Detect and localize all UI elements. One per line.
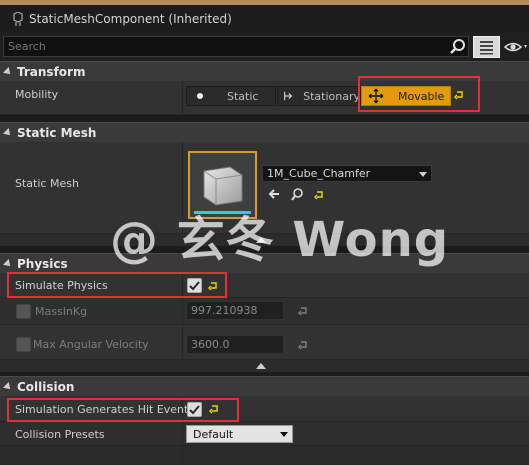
search-row (0, 33, 529, 61)
view-options-button[interactable] (473, 36, 500, 58)
hit-events-row: Simulation Generates Hit Events (0, 396, 529, 422)
component-title-bar: StaticMeshComponent (Inherited) (0, 5, 529, 33)
collision-header[interactable]: Collision (0, 376, 529, 396)
static-dot-icon (197, 93, 203, 99)
mobility-movable-option[interactable]: Movable (361, 86, 451, 106)
reset-to-default-icon[interactable] (209, 404, 219, 414)
move-arrows-icon (368, 88, 384, 104)
section-gap (0, 115, 529, 122)
watermark: @ 玄冬 Wong (110, 212, 450, 268)
static-mesh-header[interactable]: Static Mesh (0, 122, 529, 142)
search-icon[interactable] (449, 38, 467, 56)
mobility-label: Mobility (15, 88, 59, 101)
static-option-label: Static (227, 89, 259, 103)
next-row-partial (0, 446, 529, 465)
advanced-expander[interactable] (0, 360, 529, 372)
collision-presets-dropdown[interactable]: Default (186, 425, 293, 443)
collapse-arrow-icon (3, 258, 13, 269)
simulate-physics-label: Simulate Physics (15, 279, 108, 292)
component-title: StaticMeshComponent (Inherited) (29, 12, 232, 26)
stationary-icon (284, 91, 293, 101)
collision-header-label: Collision (17, 379, 75, 394)
static-mesh-header-label: Static Mesh (17, 125, 97, 140)
static-mesh-label: Static Mesh (15, 177, 79, 190)
reset-to-default-icon[interactable] (298, 306, 308, 316)
reset-to-default-icon[interactable] (454, 90, 464, 100)
transform-header[interactable]: Transform (0, 61, 529, 81)
mesh-asset-name: 1M_Cube_Chamfer (267, 167, 371, 180)
checkmark-icon (189, 405, 200, 415)
mesh-asset-dropdown[interactable]: 1M_Cube_Chamfer (262, 165, 432, 182)
chevron-down-icon (419, 172, 427, 177)
collision-presets-value: Default (193, 428, 234, 441)
movable-option-label: Movable (398, 89, 445, 103)
component-icon (13, 12, 23, 26)
simulate-physics-checkbox[interactable] (187, 278, 202, 293)
mass-input[interactable]: 997.210938 (186, 301, 284, 320)
collision-presets-label: Collision Presets (15, 428, 105, 441)
max-angular-velocity-label: Max Angular Velocity (33, 338, 149, 351)
collapse-arrow-icon (3, 127, 13, 138)
chevron-down-icon (280, 432, 288, 437)
mass-override-checkbox[interactable] (16, 304, 31, 319)
checkmark-icon (189, 281, 200, 291)
mobility-static-option[interactable]: Static (186, 86, 276, 106)
expand-arrow-icon (256, 363, 266, 369)
use-selected-arrow-icon[interactable] (268, 188, 280, 200)
hit-events-checkbox[interactable] (187, 402, 202, 417)
collapse-arrow-icon (3, 66, 13, 77)
collapse-arrow-icon (3, 381, 13, 392)
reset-to-default-icon[interactable] (208, 281, 218, 291)
physics-header-label: Physics (17, 256, 68, 271)
mass-label: MassInKg (35, 305, 88, 318)
transform-header-label: Transform (17, 64, 86, 79)
search-input[interactable] (3, 36, 469, 57)
max-angular-velocity-input[interactable]: 3600.0 (186, 335, 284, 354)
list-icon (480, 41, 493, 55)
reset-to-default-icon[interactable] (314, 190, 324, 200)
eye-icon[interactable] (503, 39, 529, 55)
max-angular-velocity-override-checkbox[interactable] (16, 337, 31, 352)
stationary-option-label: Stationary (303, 89, 360, 103)
reset-to-default-icon[interactable] (298, 340, 308, 350)
simulate-physics-row: Simulate Physics (0, 273, 529, 298)
mobility-stationary-option[interactable]: Stationary (277, 86, 361, 106)
hit-events-label: Simulation Generates Hit Events (15, 403, 195, 416)
